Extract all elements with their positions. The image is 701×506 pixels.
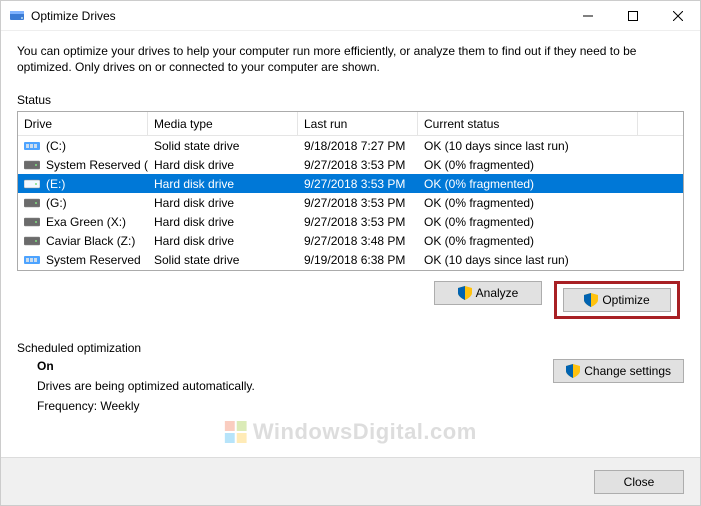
optimize-label: Optimize bbox=[602, 293, 649, 307]
title-bar: Optimize Drives bbox=[1, 1, 700, 31]
cell-last: 9/18/2018 7:27 PM bbox=[298, 139, 418, 153]
cell-last: 9/27/2018 3:53 PM bbox=[298, 177, 418, 191]
cell-status: OK (0% fragmented) bbox=[418, 158, 638, 172]
shield-icon bbox=[566, 364, 580, 378]
drive-icon bbox=[24, 197, 40, 209]
table-row[interactable]: (E:) Hard disk drive9/27/2018 3:53 PMOK (… bbox=[18, 174, 683, 193]
table-row[interactable]: Exa Green (X:) Hard disk drive9/27/2018 3… bbox=[18, 212, 683, 231]
cell-media: Solid state drive bbox=[148, 139, 298, 153]
table-body[interactable]: (C:)Solid state drive9/18/2018 7:27 PMOK… bbox=[18, 136, 683, 270]
analyze-button[interactable]: Analyze bbox=[434, 281, 542, 305]
cell-last: 9/27/2018 3:53 PM bbox=[298, 158, 418, 172]
minimize-button[interactable] bbox=[565, 1, 610, 30]
cell-status: OK (0% fragmented) bbox=[418, 177, 638, 191]
description-text: You can optimize your drives to help you… bbox=[17, 43, 684, 75]
drive-icon bbox=[24, 235, 40, 247]
scheduled-state: On bbox=[37, 359, 255, 373]
window-controls bbox=[565, 1, 700, 30]
window-title: Optimize Drives bbox=[31, 9, 565, 23]
optimize-highlight: Optimize bbox=[554, 281, 680, 319]
col-header-status[interactable]: Current status bbox=[418, 112, 638, 135]
watermark: WindowsDigital.com bbox=[224, 419, 477, 445]
maximize-button[interactable] bbox=[610, 1, 655, 30]
scheduled-line1: Drives are being optimized automatically… bbox=[37, 379, 255, 393]
scheduled-label: Scheduled optimization bbox=[17, 341, 684, 355]
drive-icon bbox=[24, 254, 40, 266]
table-row[interactable]: (G:) Hard disk drive9/27/2018 3:53 PMOK (… bbox=[18, 193, 683, 212]
drives-table: Drive Media type Last run Current status… bbox=[17, 111, 684, 271]
cell-last: 9/27/2018 3:48 PM bbox=[298, 234, 418, 248]
cell-media: Hard disk drive bbox=[148, 234, 298, 248]
cell-drive: (C:) bbox=[46, 139, 66, 153]
cell-media: Solid state drive bbox=[148, 253, 298, 267]
cell-status: OK (0% fragmented) bbox=[418, 196, 638, 210]
drive-icon bbox=[24, 216, 40, 228]
analyze-label: Analyze bbox=[476, 286, 519, 300]
change-settings-label: Change settings bbox=[584, 364, 671, 378]
cell-drive: (G:) bbox=[46, 196, 67, 210]
drive-icon bbox=[24, 178, 40, 190]
cell-status: OK (10 days since last run) bbox=[418, 253, 638, 267]
close-footer-button[interactable]: Close bbox=[594, 470, 684, 494]
close-button[interactable] bbox=[655, 1, 700, 30]
cell-media: Hard disk drive bbox=[148, 177, 298, 191]
cell-drive: Caviar Black (Z:) bbox=[46, 234, 135, 248]
cell-last: 9/27/2018 3:53 PM bbox=[298, 196, 418, 210]
cell-media: Hard disk drive bbox=[148, 158, 298, 172]
cell-status: OK (10 days since last run) bbox=[418, 139, 638, 153]
table-row[interactable]: System Reserved Solid state drive9/19/201… bbox=[18, 250, 683, 269]
optimize-button[interactable]: Optimize bbox=[563, 288, 671, 312]
drive-icon bbox=[24, 159, 40, 171]
footer: Close bbox=[1, 457, 700, 505]
cell-drive: Exa Green (X:) bbox=[46, 215, 126, 229]
col-header-drive[interactable]: Drive bbox=[18, 112, 148, 135]
scheduled-body: On Drives are being optimized automatica… bbox=[17, 359, 255, 419]
shield-icon bbox=[458, 286, 472, 300]
cell-last: 9/27/2018 3:53 PM bbox=[298, 215, 418, 229]
cell-status: OK (0% fragmented) bbox=[418, 215, 638, 229]
cell-drive: System Reserved (D:) bbox=[46, 158, 148, 172]
cell-last: 9/19/2018 6:38 PM bbox=[298, 253, 418, 267]
app-icon bbox=[9, 8, 25, 24]
table-row[interactable]: Caviar Black (Z:) Hard disk drive9/27/201… bbox=[18, 231, 683, 250]
cell-media: Hard disk drive bbox=[148, 215, 298, 229]
cell-status: OK (0% fragmented) bbox=[418, 234, 638, 248]
change-settings-button[interactable]: Change settings bbox=[553, 359, 684, 383]
cell-media: Hard disk drive bbox=[148, 196, 298, 210]
shield-icon bbox=[584, 293, 598, 307]
table-row[interactable]: System Reserved (D:)Hard disk drive9/27/… bbox=[18, 155, 683, 174]
table-header: Drive Media type Last run Current status bbox=[18, 112, 683, 136]
close-label: Close bbox=[624, 475, 655, 489]
table-row[interactable]: (C:) Solid state drive9/18/2018 7:27 PMOK… bbox=[18, 136, 683, 155]
status-label: Status bbox=[17, 93, 684, 107]
col-header-last[interactable]: Last run bbox=[298, 112, 418, 135]
cell-drive: System Reserved bbox=[46, 253, 141, 267]
drive-icon bbox=[24, 140, 40, 152]
cell-drive: (E:) bbox=[46, 177, 65, 191]
col-header-media[interactable]: Media type bbox=[148, 112, 298, 135]
scheduled-line2: Frequency: Weekly bbox=[37, 399, 255, 413]
